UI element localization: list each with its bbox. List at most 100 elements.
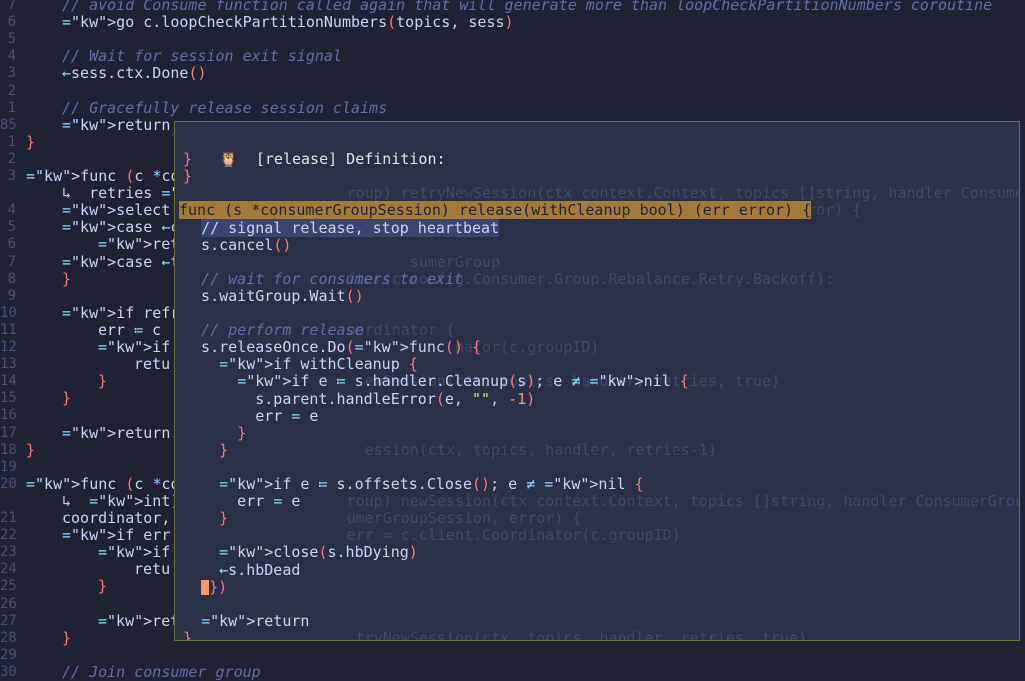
line-number: 5: [7, 31, 16, 48]
line-number: 22: [0, 527, 17, 544]
background-code-text: roup) retryNewSession(ctx context.Contex…: [346, 184, 1019, 203]
code-text: retu: [134, 355, 171, 374]
line-number: 21: [0, 510, 17, 526]
line-number: 85: [0, 116, 17, 133]
line-number: 8: [7, 270, 16, 287]
code-line[interactable]: 29: [0, 647, 1025, 664]
definition-line: s.cancel(): [183, 235, 292, 254]
definition-line: // wait for consumers to exit: [183, 269, 463, 288]
background-code-text: err = c.client.Coordinator(c.groupID): [175, 526, 681, 545]
line-number: 24: [0, 561, 17, 578]
definition-line: ="kw">if e ≔ s.offsets.Close(); e ≠ ="kw…: [219, 475, 644, 493]
definition-line: }: [183, 150, 193, 169]
line-number: 15: [0, 390, 17, 407]
code-text: coordinator,: [62, 509, 171, 527]
line-number: 3: [7, 65, 16, 82]
code-text: // avoid Consume function called again t…: [62, 0, 993, 14]
definition-line: }: [237, 423, 247, 442]
line-number: 5: [7, 219, 16, 236]
definition-line: s.parent.handleError(e, "", -1): [183, 389, 536, 408]
code-text: err ≔ c: [98, 320, 162, 339]
code-text: }: [98, 577, 108, 596]
line-number: 19: [0, 458, 17, 475]
code-text: }: [26, 440, 36, 459]
line-number: 4: [7, 48, 16, 65]
code-line[interactable]: 7 // avoid Consume function called again …: [0, 0, 1025, 14]
line-number: 7: [7, 253, 16, 270]
line-number: 10: [0, 304, 17, 321]
code-text: // Wait for session exit signal: [62, 47, 342, 66]
definition-line: }: [183, 167, 193, 186]
text-cursor: [201, 579, 210, 595]
definition-line: s.releaseOnce.Do(="kw">func() {: [183, 338, 482, 357]
line-number: 13: [0, 356, 17, 373]
code-line[interactable]: 5: [0, 31, 1025, 48]
line-number: 2: [7, 82, 16, 99]
definition-line: ="kw">if withCleanup {: [219, 355, 418, 374]
definition-line: }: [219, 440, 229, 459]
definition-line: }: [219, 509, 229, 528]
definition-line: err = e: [183, 492, 301, 511]
line-number: 6: [7, 14, 16, 31]
code-text: // Join consumer group: [62, 662, 261, 681]
background-code-text: tryNewSession(ctx, topics, handler, retr…: [175, 628, 808, 641]
definition-line: }): [183, 578, 227, 596]
line-number: 17: [0, 424, 17, 441]
line-number: 11: [0, 321, 17, 338]
code-text: // Gracefully release session claims: [62, 98, 388, 117]
code-text: ="kw">go c.loopCheckPartitionNumbers(top…: [62, 13, 514, 32]
line-number: 29: [0, 646, 17, 663]
definition-line: ="kw">return: [201, 611, 310, 630]
line-number: 2: [7, 150, 16, 167]
popup-header: 🦉 [release] Definition:: [183, 134, 445, 168]
code-text: }: [62, 389, 72, 408]
code-text: }: [62, 269, 72, 288]
code-line[interactable]: 2: [0, 83, 1025, 100]
line-number: 1: [7, 99, 16, 116]
code-line[interactable]: 1 // Gracefully release session claims: [0, 98, 1025, 117]
definition-popup[interactable]: 🦉 [release] Definition: roup) retryNewSe…: [174, 121, 1020, 641]
code-text: }: [98, 372, 108, 391]
line-number: 20: [0, 475, 17, 492]
line-number: 25: [0, 578, 17, 595]
code-text: retu: [134, 560, 171, 579]
code-text: }: [26, 132, 36, 151]
line-number: 23: [0, 544, 17, 561]
line-number: 3: [7, 168, 16, 184]
line-number: 1: [7, 133, 16, 150]
line-number: 7: [7, 0, 16, 13]
line-number: 4: [7, 202, 16, 219]
definition-signature: func (s *consumerGroupSession) release(w…: [179, 201, 812, 220]
background-code-text: sumerGroup: [175, 252, 501, 271]
line-number: 26: [0, 595, 17, 612]
code-line[interactable]: 4 // Wait for session exit signal: [0, 48, 1025, 65]
popup-title: [release] Definition:: [255, 150, 446, 168]
line-number: 12: [0, 339, 17, 355]
background-code-text: ession(ctx, topics, handler, retries-1): [175, 440, 717, 459]
definition-line: err = e: [183, 406, 319, 425]
line-number: 27: [0, 612, 17, 629]
definition-line: ="kw">if e ≔ s.handler.Cleanup(s); e ≠ =…: [237, 372, 689, 391]
line-number: 30: [0, 663, 17, 680]
definition-line: s.waitGroup.Wait(): [183, 286, 364, 305]
owl-icon: 🦉: [219, 150, 238, 168]
line-number: 28: [0, 629, 17, 646]
definition-line: // perform release: [183, 321, 364, 340]
code-text: }: [62, 628, 72, 647]
definition-line: }: [183, 628, 193, 641]
code-text: ="kw">select {: [62, 201, 188, 220]
definition-line: ="kw">close(s.hbDying): [219, 543, 418, 562]
line-number: 18: [0, 441, 17, 458]
definition-line: ←s.hbDead: [219, 560, 301, 579]
background-code-text: umerGroupSession, error) {: [175, 509, 582, 528]
code-text: ←sess.ctx.Done(): [62, 64, 207, 83]
line-number: 9: [7, 287, 16, 304]
line-number: 6: [7, 236, 16, 253]
code-line[interactable]: 30 // Join consumer group: [0, 662, 1025, 681]
line-number: 16: [0, 407, 17, 424]
code-line[interactable]: 3 ←sess.ctx.Done(): [0, 65, 1025, 82]
background-code-text: roup) newSession(ctx context.Context, to…: [346, 492, 1019, 511]
definition-line: // signal release, stop heartbeat: [201, 218, 500, 237]
code-line[interactable]: 6 ="kw">go c.loopCheckPartitionNumbers(to…: [0, 14, 1025, 31]
line-number: 14: [0, 373, 17, 390]
